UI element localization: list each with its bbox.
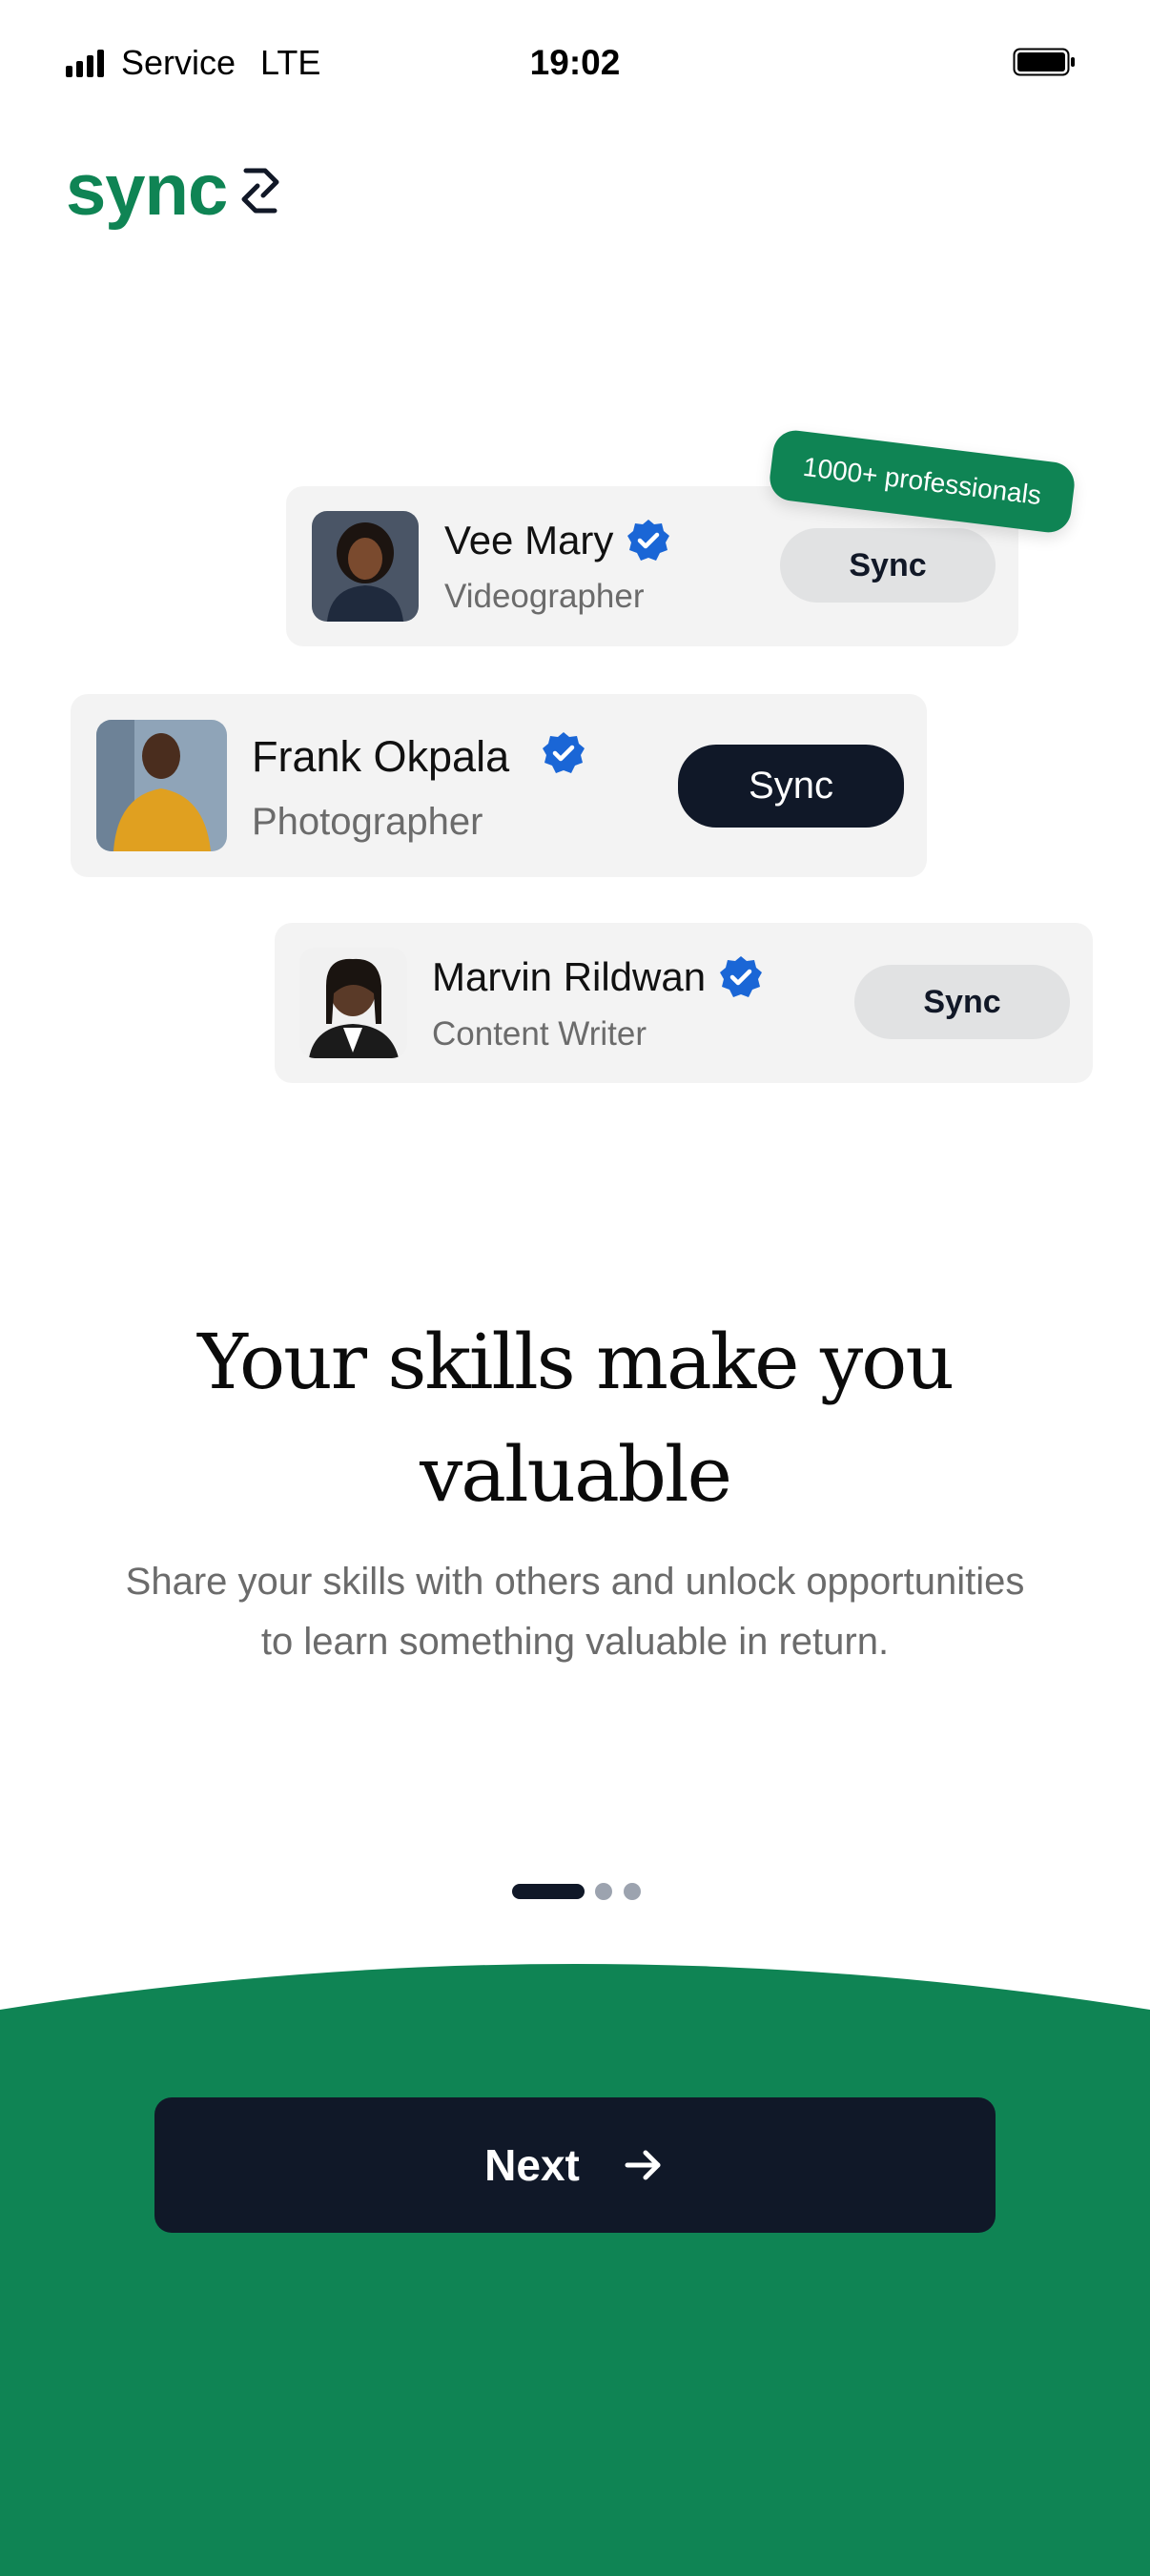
verified-badge-icon <box>543 732 585 773</box>
sync-button[interactable]: Sync <box>678 745 904 828</box>
page-indicator-active <box>512 1884 585 1899</box>
clock: 19:02 <box>529 43 621 82</box>
profile-role: Content Writer <box>432 1015 647 1053</box>
logo-text: sync <box>66 150 228 231</box>
description-line: Share your skills with others and unlock… <box>125 1561 1025 1603</box>
avatar <box>312 511 419 622</box>
avatar <box>299 948 407 1058</box>
next-button[interactable]: Next <box>154 2097 996 2233</box>
verified-badge-icon <box>720 956 762 997</box>
app-logo: sync <box>66 154 286 227</box>
next-button-label: Next <box>484 2140 580 2190</box>
onboarding-description: Share your skills with others and unlock… <box>86 1552 1064 1672</box>
profile-role: Photographer <box>252 801 483 843</box>
onboarding-headline: Your skills make you valuable <box>95 1306 1055 1531</box>
profile-name: Marvin Rildwan <box>432 954 707 999</box>
description-line: to learn something valuable in return. <box>260 1621 890 1663</box>
profile-role: Videographer <box>444 578 645 615</box>
arrow-right-icon <box>625 2150 661 2180</box>
page-indicator-dot <box>624 1883 641 1900</box>
profile-name: Frank Okpala <box>252 732 510 781</box>
sync-button[interactable]: Sync <box>854 965 1070 1039</box>
headline-line: valuable <box>420 1430 732 1519</box>
sync-logo-icon <box>241 168 279 214</box>
verified-badge-icon <box>627 520 669 561</box>
bottom-wave-background <box>0 1964 1150 2576</box>
sync-button[interactable]: Sync <box>780 528 996 603</box>
profile-name: Vee Mary <box>444 518 614 562</box>
headline-line: Your skills make you <box>197 1318 955 1406</box>
battery-icon <box>1013 48 1075 76</box>
page-indicator-dot <box>595 1883 612 1900</box>
avatar <box>96 720 227 851</box>
